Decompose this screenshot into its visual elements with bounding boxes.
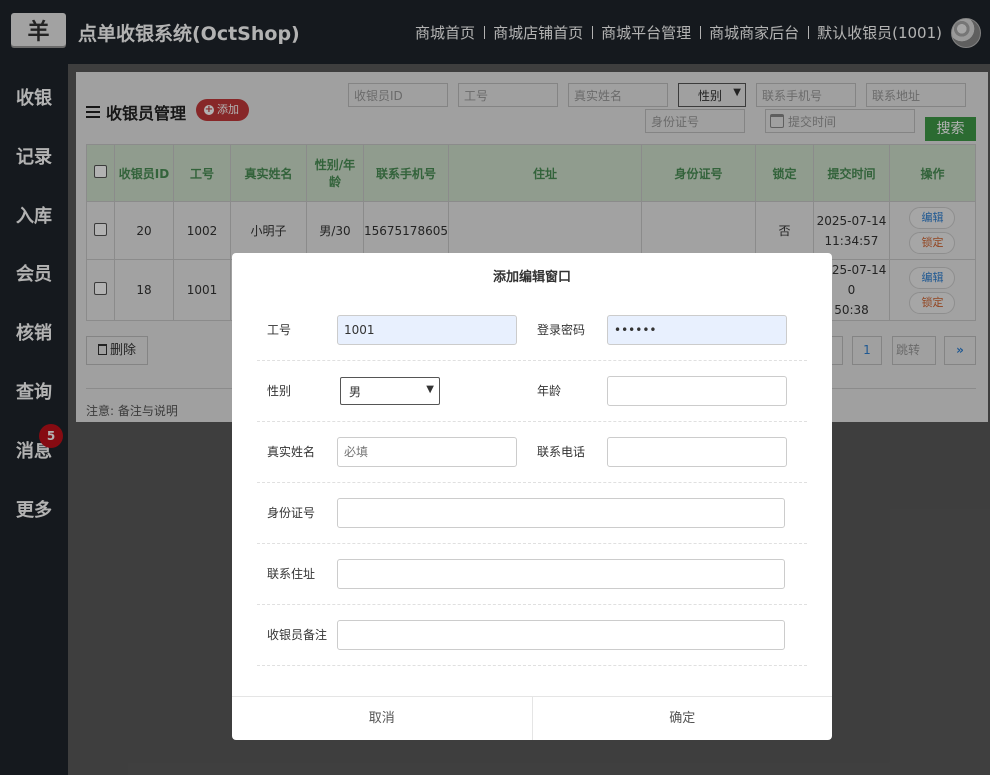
gender-select-value: 男 bbox=[349, 385, 362, 399]
row-divider bbox=[257, 543, 807, 544]
row-divider bbox=[257, 665, 807, 666]
id-card-input[interactable] bbox=[337, 498, 785, 528]
cancel-button[interactable]: 取消 bbox=[232, 697, 532, 740]
dialog-footer: 取消 确定 bbox=[232, 696, 832, 740]
row-divider bbox=[257, 421, 807, 422]
address-input[interactable] bbox=[337, 559, 785, 589]
remark-label: 收银员备注 bbox=[267, 628, 328, 642]
real-name-input[interactable] bbox=[337, 437, 517, 467]
phone-label: 联系电话 bbox=[537, 445, 586, 459]
chevron-down-icon: ▼ bbox=[426, 384, 434, 395]
age-input[interactable] bbox=[607, 376, 787, 406]
gender-select[interactable]: 男 ▼ bbox=[340, 377, 440, 405]
confirm-button[interactable]: 确定 bbox=[531, 697, 833, 740]
job-no-label: 工号 bbox=[267, 323, 292, 337]
password-input[interactable]: •••••• bbox=[607, 315, 787, 345]
real-name-label: 真实姓名 bbox=[267, 445, 316, 459]
row-divider bbox=[257, 482, 807, 483]
remark-input[interactable] bbox=[337, 620, 785, 650]
password-label: 登录密码 bbox=[537, 323, 586, 337]
phone-input[interactable] bbox=[607, 437, 787, 467]
age-label: 年龄 bbox=[537, 384, 562, 398]
add-edit-dialog: 添加编辑窗口 工号 登录密码 •••••• 性别 男 ▼ 年龄 真实姓名 联系电… bbox=[232, 253, 832, 740]
row-divider bbox=[257, 360, 807, 361]
id-card-label: 身份证号 bbox=[267, 506, 316, 520]
gender-label: 性别 bbox=[267, 384, 292, 398]
row-divider bbox=[257, 604, 807, 605]
address-label: 联系住址 bbox=[267, 567, 316, 581]
dialog-title: 添加编辑窗口 bbox=[492, 270, 571, 285]
job-no-input[interactable] bbox=[337, 315, 517, 345]
